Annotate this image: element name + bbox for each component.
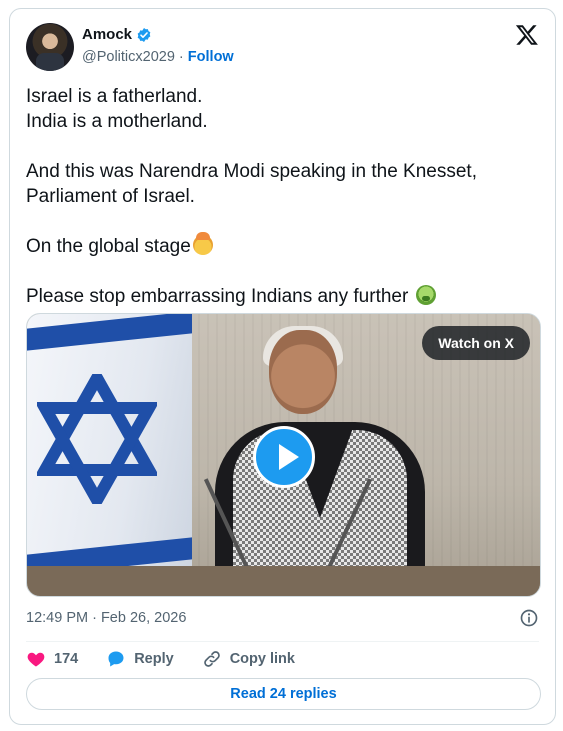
flag-stripe-top [27,314,192,351]
watch-on-x-button[interactable]: Watch on X [422,326,530,360]
tweet-timestamp[interactable]: 12:49 PM · Feb 26, 2026 [26,610,186,626]
author-handle-row: @Politicx2029 · Follow [82,49,234,65]
tweet-line-2: India is a motherland. [26,111,208,132]
link-icon [203,651,220,667]
x-logo-icon[interactable] [515,23,539,47]
israel-flag [27,314,192,596]
tweet-text: Israel is a fatherland. India is a mothe… [26,84,541,309]
verified-badge-icon [137,27,151,42]
action-bar: 174 Reply Copy link [26,649,323,669]
tweet-line-3: And this was Narendra Modi speaking in t… [26,161,477,182]
copy-link-label: Copy link [229,651,295,667]
exploding-head-emoji [192,232,213,255]
follow-button[interactable]: Follow [188,49,234,65]
tweet-card: Amock @Politicx2029 · Follow Israel is a… [9,8,556,725]
podium [27,566,540,596]
reply-label: Reply [134,651,174,667]
play-icon[interactable] [253,426,315,488]
author-avatar[interactable] [26,23,74,71]
like-count: 174 [54,651,79,667]
reply-bubble-icon [108,651,124,667]
author-name[interactable]: Amock [82,26,132,43]
read-replies-button[interactable]: Read 24 replies [26,678,541,710]
heart-icon [27,652,45,667]
nauseated-face-emoji [415,285,436,305]
tweet-line-4: Parliament of Israel. [26,186,195,207]
reply-button[interactable]: Reply [106,649,174,669]
star-of-david-icon [37,374,157,504]
tweet-line-1: Israel is a fatherland. [26,86,203,107]
author-name-row: Amock [82,26,152,43]
video-player[interactable]: Watch on X [26,313,541,597]
author-handle[interactable]: @Politicx2029 [82,49,175,65]
copy-link-button[interactable]: Copy link [202,649,295,669]
info-icon[interactable] [519,608,539,628]
like-button[interactable]: 174 [26,649,78,669]
tweet-line-5: On the global stage [26,236,191,257]
handle-separator: · [174,49,188,65]
tweet-line-6: Please stop embarrassing Indians any fur… [26,286,414,307]
divider [26,641,539,642]
speaker-head [269,330,337,414]
